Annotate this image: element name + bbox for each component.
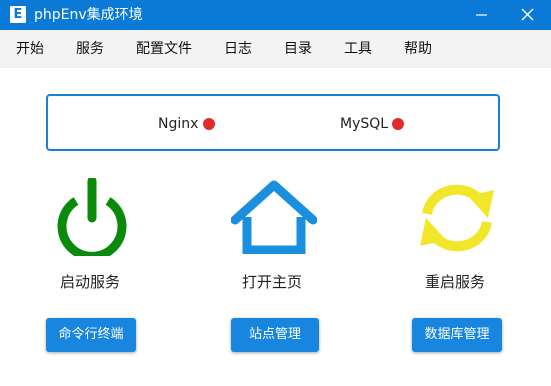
nginx-status-dot — [203, 118, 215, 130]
menu-start[interactable]: 开始 — [16, 40, 44, 58]
minimize-icon — [476, 14, 487, 16]
menu-services[interactable]: 服务 — [76, 40, 104, 58]
menu-tools[interactable]: 工具 — [344, 40, 372, 58]
window-title: phpEnv集成环境 — [34, 7, 143, 23]
close-button[interactable] — [505, 0, 551, 30]
start-service-button[interactable] — [54, 178, 130, 256]
menu-directory[interactable]: 目录 — [284, 40, 312, 58]
menu-logs[interactable]: 日志 — [224, 40, 252, 58]
terminal-button[interactable]: 命令行终端 — [46, 318, 136, 352]
menu-bar: 开始 服务 配置文件 日志 目录 工具 帮助 — [0, 30, 551, 68]
minimize-button[interactable] — [459, 0, 505, 30]
open-home-button[interactable] — [231, 180, 317, 254]
restart-service-label[interactable]: 重启服务 — [425, 272, 485, 292]
close-icon — [521, 8, 534, 21]
site-management-button[interactable]: 站点管理 — [231, 318, 319, 352]
restart-icon — [420, 184, 494, 252]
title-bar: E phpEnv集成环境 — [0, 0, 551, 30]
mysql-label: MySQL — [340, 116, 389, 132]
nginx-label: Nginx — [158, 116, 199, 132]
app-logo-icon: E — [10, 6, 26, 23]
mysql-status-dot — [392, 118, 404, 130]
restart-service-button[interactable] — [418, 180, 496, 256]
power-icon — [57, 178, 127, 256]
start-service-label[interactable]: 启动服务 — [60, 272, 120, 292]
home-icon — [231, 180, 317, 254]
menu-config-files[interactable]: 配置文件 — [136, 40, 192, 58]
database-management-button[interactable]: 数据库管理 — [412, 318, 502, 352]
menu-help[interactable]: 帮助 — [404, 40, 432, 58]
open-home-label[interactable]: 打开主页 — [242, 272, 302, 292]
service-status-panel: Nginx MySQL — [46, 94, 500, 151]
